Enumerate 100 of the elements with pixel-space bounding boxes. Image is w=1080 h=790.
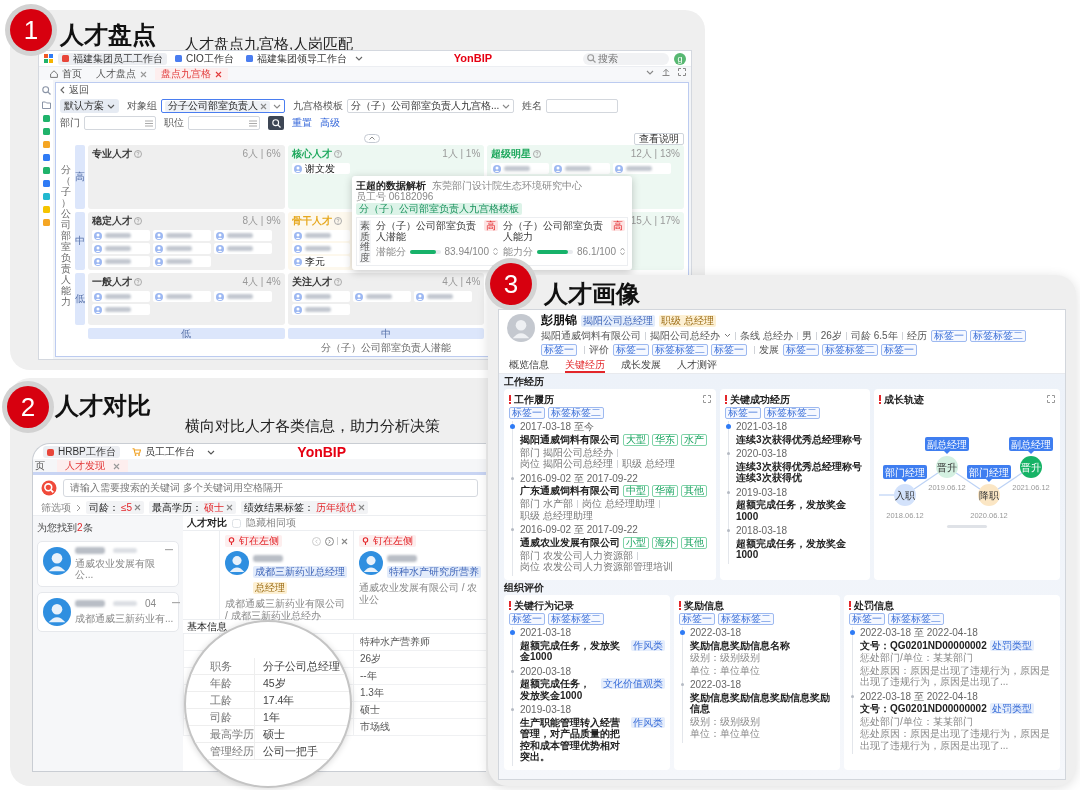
cart-icon bbox=[131, 448, 141, 457]
checkbox[interactable] bbox=[232, 518, 241, 528]
search-button[interactable] bbox=[268, 116, 284, 130]
workbench-tab[interactable]: HRBP工作台 bbox=[43, 446, 120, 459]
help-icon[interactable] bbox=[134, 278, 142, 286]
profile-tab[interactable]: 概览信息 bbox=[509, 358, 549, 373]
pin-button[interactable]: 钉在左侧 bbox=[225, 535, 282, 547]
profile-tab[interactable]: 关键经历 bbox=[565, 358, 605, 373]
employee-chip[interactable] bbox=[413, 291, 472, 302]
employee-chip[interactable] bbox=[214, 291, 272, 302]
employee-chip[interactable] bbox=[291, 304, 350, 315]
search-field[interactable]: 请输入需要搜索的关键词 多个关键词用空格隔开 bbox=[63, 478, 478, 497]
employee-chip[interactable] bbox=[491, 163, 550, 174]
help-icon[interactable] bbox=[333, 278, 342, 286]
employee-chip[interactable] bbox=[613, 163, 672, 174]
employee-chip[interactable] bbox=[92, 230, 150, 241]
workbench-tab[interactable]: 福建集团员工工作台 bbox=[58, 52, 167, 65]
help-icon[interactable] bbox=[533, 150, 542, 158]
close-icon[interactable] bbox=[134, 504, 142, 511]
employee-chip[interactable] bbox=[153, 243, 211, 254]
stepper-icon[interactable] bbox=[493, 247, 498, 256]
search-field[interactable]: 搜索 bbox=[583, 52, 669, 65]
close-icon[interactable] bbox=[215, 70, 222, 78]
search-icon[interactable] bbox=[41, 86, 51, 95]
employee-chip[interactable] bbox=[214, 243, 272, 254]
app-grid-icon[interactable] bbox=[44, 54, 53, 63]
close-icon[interactable] bbox=[358, 504, 366, 511]
scheme-dropdown[interactable]: 默认方案 bbox=[60, 99, 119, 113]
input-field[interactable] bbox=[546, 99, 619, 113]
page-tab[interactable]: 页 bbox=[33, 460, 53, 472]
action-link[interactable]: 重置 bbox=[292, 117, 312, 129]
page-tab[interactable]: 盘点九宫格 bbox=[155, 68, 228, 80]
close-icon[interactable] bbox=[226, 504, 234, 511]
fullscreen-icon[interactable] bbox=[678, 68, 686, 76]
person-card[interactable]: 04 成都通威三新药业有... bbox=[37, 591, 179, 632]
help-icon[interactable] bbox=[333, 150, 342, 158]
help-icon[interactable] bbox=[134, 150, 142, 158]
page-tab[interactable]: 首页 bbox=[44, 68, 88, 80]
pin-button[interactable]: 钉在左侧 bbox=[359, 535, 416, 547]
profile-tab[interactable]: 人才测评 bbox=[677, 358, 717, 373]
employee-chip[interactable] bbox=[291, 243, 350, 254]
detail-text: 单位：单位单位 bbox=[690, 664, 761, 677]
score-value: 86.1/100 bbox=[577, 246, 616, 257]
page-tab[interactable]: 人才盘点 bbox=[90, 68, 153, 80]
person-card[interactable]: 通威农业发展有限公... bbox=[37, 540, 179, 587]
employee-chip[interactable] bbox=[92, 304, 150, 315]
input-field[interactable] bbox=[188, 116, 260, 130]
org-dropdown[interactable]: 揭阳公司总经办 bbox=[650, 330, 731, 342]
arrow-left-icon[interactable] bbox=[312, 536, 321, 546]
close-icon[interactable] bbox=[140, 70, 147, 78]
back-link[interactable]: 返回 bbox=[60, 84, 89, 96]
employee-chip[interactable]: 李元 bbox=[291, 256, 350, 267]
filter-chip[interactable]: 最高学历： 硕士 bbox=[149, 501, 237, 514]
folder-icon[interactable] bbox=[41, 101, 51, 109]
chevron-down-icon[interactable] bbox=[354, 56, 363, 61]
workbench-tab[interactable]: CIO工作台 bbox=[171, 52, 238, 65]
employee-chip[interactable] bbox=[552, 163, 611, 174]
label-tag: 标签标签二 bbox=[548, 407, 604, 420]
expand-icon[interactable] bbox=[1047, 395, 1055, 404]
select-field[interactable]: 分（子）公司部室负责人九宫格... bbox=[347, 99, 515, 113]
profile-tab[interactable]: 成长发展 bbox=[621, 358, 661, 373]
employee-chip[interactable]: 谢文发 bbox=[291, 163, 350, 174]
close-icon[interactable] bbox=[113, 462, 120, 470]
filter-chip[interactable]: 绩效结果标签： 历年绩优 bbox=[241, 501, 369, 514]
position-tag: 成都三新药业总经理 bbox=[253, 566, 347, 578]
selected-chip[interactable]: 分子公司部室负责人 bbox=[165, 100, 270, 112]
employee-chip[interactable] bbox=[92, 256, 150, 267]
workbench-tab[interactable]: 员工工作台 bbox=[127, 446, 199, 459]
employee-chip[interactable] bbox=[291, 291, 350, 302]
select-field[interactable]: 分子公司部室负责人 bbox=[161, 99, 285, 113]
help-icon[interactable] bbox=[134, 217, 142, 225]
help-button[interactable]: 查看说明 bbox=[634, 132, 684, 145]
chevron-down-icon[interactable] bbox=[206, 449, 215, 455]
arrow-right-icon[interactable] bbox=[325, 536, 334, 546]
input-field[interactable] bbox=[84, 116, 156, 130]
info-text: 男 bbox=[801, 330, 812, 342]
employee-chip[interactable] bbox=[153, 291, 211, 302]
expand-icon[interactable] bbox=[703, 395, 711, 404]
employee-chip[interactable] bbox=[92, 291, 150, 302]
employee-chip[interactable] bbox=[92, 243, 150, 254]
employee-chip[interactable] bbox=[291, 230, 350, 241]
close-icon[interactable] bbox=[260, 102, 267, 110]
filter-chip[interactable]: 司龄： ≤5 bbox=[86, 501, 145, 514]
collapse-toggle-icon[interactable] bbox=[364, 134, 380, 143]
employee-chip[interactable] bbox=[352, 291, 411, 302]
employee-chip[interactable] bbox=[153, 256, 211, 267]
help-icon[interactable] bbox=[333, 217, 342, 225]
stepper-icon[interactable] bbox=[620, 247, 625, 256]
workbench-tab[interactable]: 福建集团领导工作台 bbox=[241, 52, 351, 65]
upload-icon[interactable] bbox=[662, 68, 670, 76]
employee-chip[interactable] bbox=[214, 230, 272, 241]
close-icon[interactable] bbox=[341, 537, 348, 545]
axis-title: 分（子）公司部室负责人潜能 bbox=[321, 342, 451, 353]
chevron-down-icon[interactable] bbox=[646, 69, 654, 75]
action-link[interactable]: 高级 bbox=[320, 117, 340, 129]
app-logo: YonBIP bbox=[453, 52, 493, 65]
section-title: 人才对比 bbox=[55, 394, 151, 418]
page-tab[interactable]: 人才发现 bbox=[57, 460, 128, 472]
more-icon[interactable] bbox=[172, 602, 181, 605]
employee-chip[interactable] bbox=[153, 230, 211, 241]
